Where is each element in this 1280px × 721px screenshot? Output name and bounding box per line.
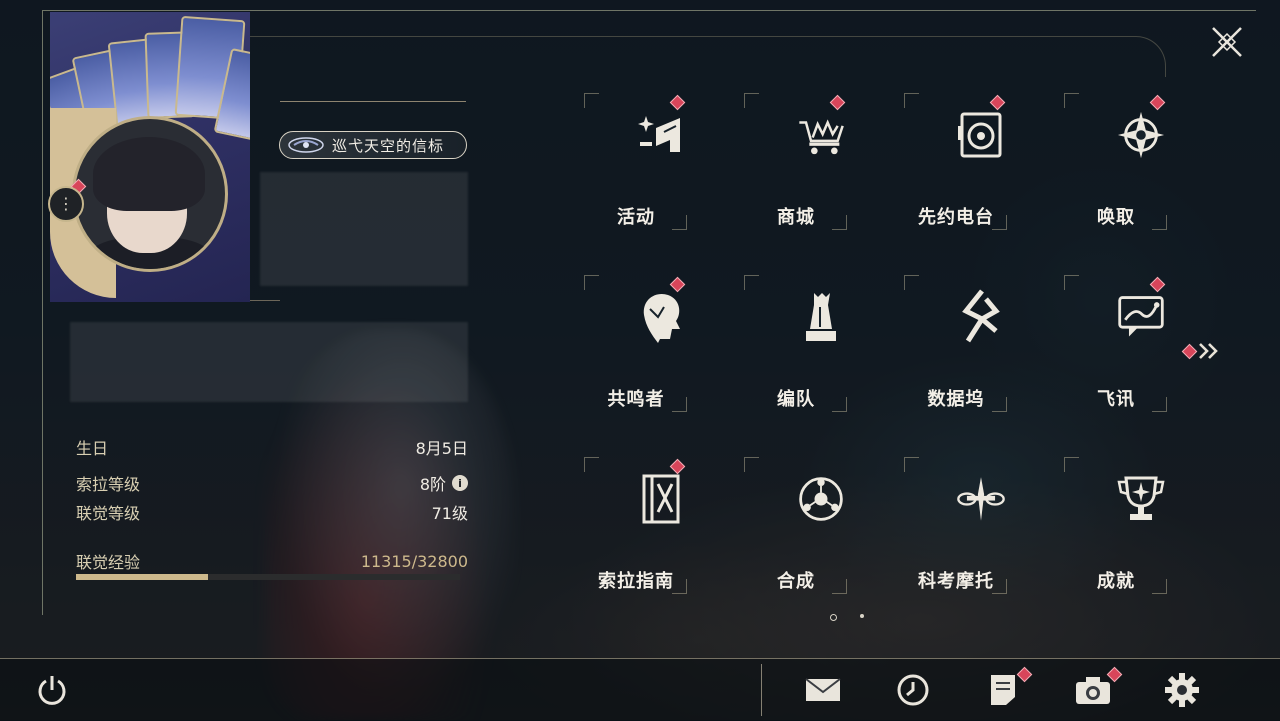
- camera-icon: [1076, 677, 1110, 704]
- tile-corner-bracket: [904, 93, 919, 108]
- settings-button[interactable]: [1162, 670, 1202, 710]
- union-level-row: 联觉等级 71级: [76, 501, 468, 523]
- union-exp-progress-bar: [76, 574, 460, 580]
- menu-item-9[interactable]: 索拉指南: [584, 449, 736, 619]
- note-icon: [991, 675, 1015, 705]
- menu-item-4[interactable]: 唤取: [1064, 85, 1216, 255]
- tile-corner-bracket: [744, 275, 759, 290]
- trophy-icon: [1116, 471, 1166, 527]
- title-badge-label: 巡弋天空的信标: [332, 136, 445, 155]
- motorbike-icon: [956, 471, 1006, 527]
- tile-corner-bracket: [744, 93, 759, 108]
- mail-button[interactable]: [803, 670, 843, 710]
- menu-item-label: 先约电台: [918, 207, 994, 228]
- title-badge[interactable]: 巡弋天空的信标: [279, 131, 467, 159]
- double-chevron-right-icon: [1199, 343, 1218, 359]
- tile-corner-bracket: [1064, 275, 1079, 290]
- bottom-separator: [761, 664, 762, 716]
- clock-icon: [897, 674, 929, 706]
- more-vertical-icon: ⋮: [58, 194, 74, 213]
- menu-item-label: 活动: [617, 207, 655, 228]
- gear-icon: [1165, 673, 1199, 707]
- frame-left-line: [42, 10, 43, 615]
- tile-corner-bracket: [584, 457, 599, 472]
- menu-item-7[interactable]: 数据坞: [904, 267, 1056, 437]
- menu-item-label: 飞讯: [1097, 389, 1135, 410]
- menu-item-11[interactable]: 科考摩托: [904, 449, 1056, 619]
- union-exp-value: 11315/32800: [360, 551, 468, 571]
- mail-icon: [805, 678, 841, 701]
- history-button[interactable]: [893, 670, 933, 710]
- sola-level-label: 索拉等级: [76, 475, 141, 494]
- union-level-value: 71级: [431, 504, 468, 523]
- power-icon: [38, 676, 66, 705]
- title-emblem-icon: [288, 137, 324, 153]
- more-options-button[interactable]: ⋮: [48, 186, 84, 222]
- menu-item-label: 唤取: [1097, 207, 1135, 228]
- menu-item-label: 成就: [1097, 571, 1135, 592]
- tile-corner-bracket: [1064, 93, 1079, 108]
- menu-item-5[interactable]: 共鸣者: [584, 267, 736, 437]
- menu-item-10[interactable]: 合成: [744, 449, 896, 619]
- character-head-icon: [636, 289, 686, 345]
- sola-level-value: 8阶: [419, 475, 446, 494]
- tile-corner-bracket: [904, 457, 919, 472]
- close-icon: [1212, 27, 1242, 57]
- tile-corner-bracket: [744, 457, 759, 472]
- union-exp-label: 联觉经验: [76, 553, 141, 572]
- camera-button[interactable]: [1073, 670, 1113, 710]
- menu-item-label: 科考摩托: [918, 571, 994, 592]
- frame-top-line: [42, 10, 1256, 11]
- union-exp-row: 联觉经验 11315/32800: [76, 550, 468, 573]
- menu-item-label: 索拉指南: [598, 571, 674, 592]
- birthday-label: 生日: [76, 439, 109, 458]
- birthday-value: 8月5日: [415, 439, 468, 458]
- menu-item-label: 数据坞: [927, 389, 985, 410]
- shop-cart-icon: [796, 107, 846, 163]
- player-signature-field[interactable]: [70, 322, 468, 402]
- page-dot-2[interactable]: [860, 614, 864, 618]
- menu-item-12[interactable]: 成就: [1064, 449, 1216, 619]
- tile-corner-bracket: [584, 275, 599, 290]
- union-level-label: 联觉等级: [76, 504, 141, 523]
- frame-inner-curve: [240, 36, 1166, 77]
- menu-item-label: 合成: [777, 571, 815, 592]
- page-dot-1[interactable]: [830, 614, 837, 621]
- function-menu-grid: 活动 商城 先约电台 唤取共鸣者 编队 数据坞 飞讯索拉指南 合成 科考摩托 成就: [584, 85, 1226, 605]
- tile-corner-bracket: [1064, 457, 1079, 472]
- notes-button[interactable]: [983, 670, 1023, 710]
- guide-book-icon: [636, 471, 686, 527]
- menu-item-label: 共鸣者: [607, 389, 665, 410]
- tile-corner-bracket: [584, 93, 599, 108]
- menu-item-3[interactable]: 先约电台: [904, 85, 1056, 255]
- message-icon: [1116, 289, 1166, 345]
- radio-icon: [956, 107, 1006, 163]
- info-icon[interactable]: i: [452, 475, 468, 491]
- next-page-badge: [1181, 343, 1198, 359]
- menu-item-2[interactable]: 商城: [744, 85, 896, 255]
- birthday-row: 生日 8月5日: [76, 436, 468, 458]
- close-button[interactable]: [1205, 20, 1249, 64]
- page-indicator: [826, 612, 876, 622]
- sola-level-row: 索拉等级 8阶 i: [76, 472, 468, 494]
- menu-item-label: 商城: [777, 207, 815, 228]
- menu-item-1[interactable]: 活动: [584, 85, 736, 255]
- data-dock-icon: [956, 289, 1006, 345]
- menu-item-6[interactable]: 编队: [744, 267, 896, 437]
- compass-star-icon: [1116, 107, 1166, 163]
- sparkle-flag-icon: [636, 107, 686, 163]
- next-page-button[interactable]: [1181, 340, 1222, 362]
- tile-corner-bracket: [904, 275, 919, 290]
- player-name-field: [260, 172, 468, 286]
- synthesis-icon: [796, 471, 846, 527]
- power-button[interactable]: [32, 670, 72, 710]
- union-exp-progress-fill: [76, 574, 209, 580]
- menu-item-label: 编队: [777, 389, 815, 410]
- profile-divider-top: [280, 101, 466, 102]
- chess-team-icon: [796, 289, 846, 345]
